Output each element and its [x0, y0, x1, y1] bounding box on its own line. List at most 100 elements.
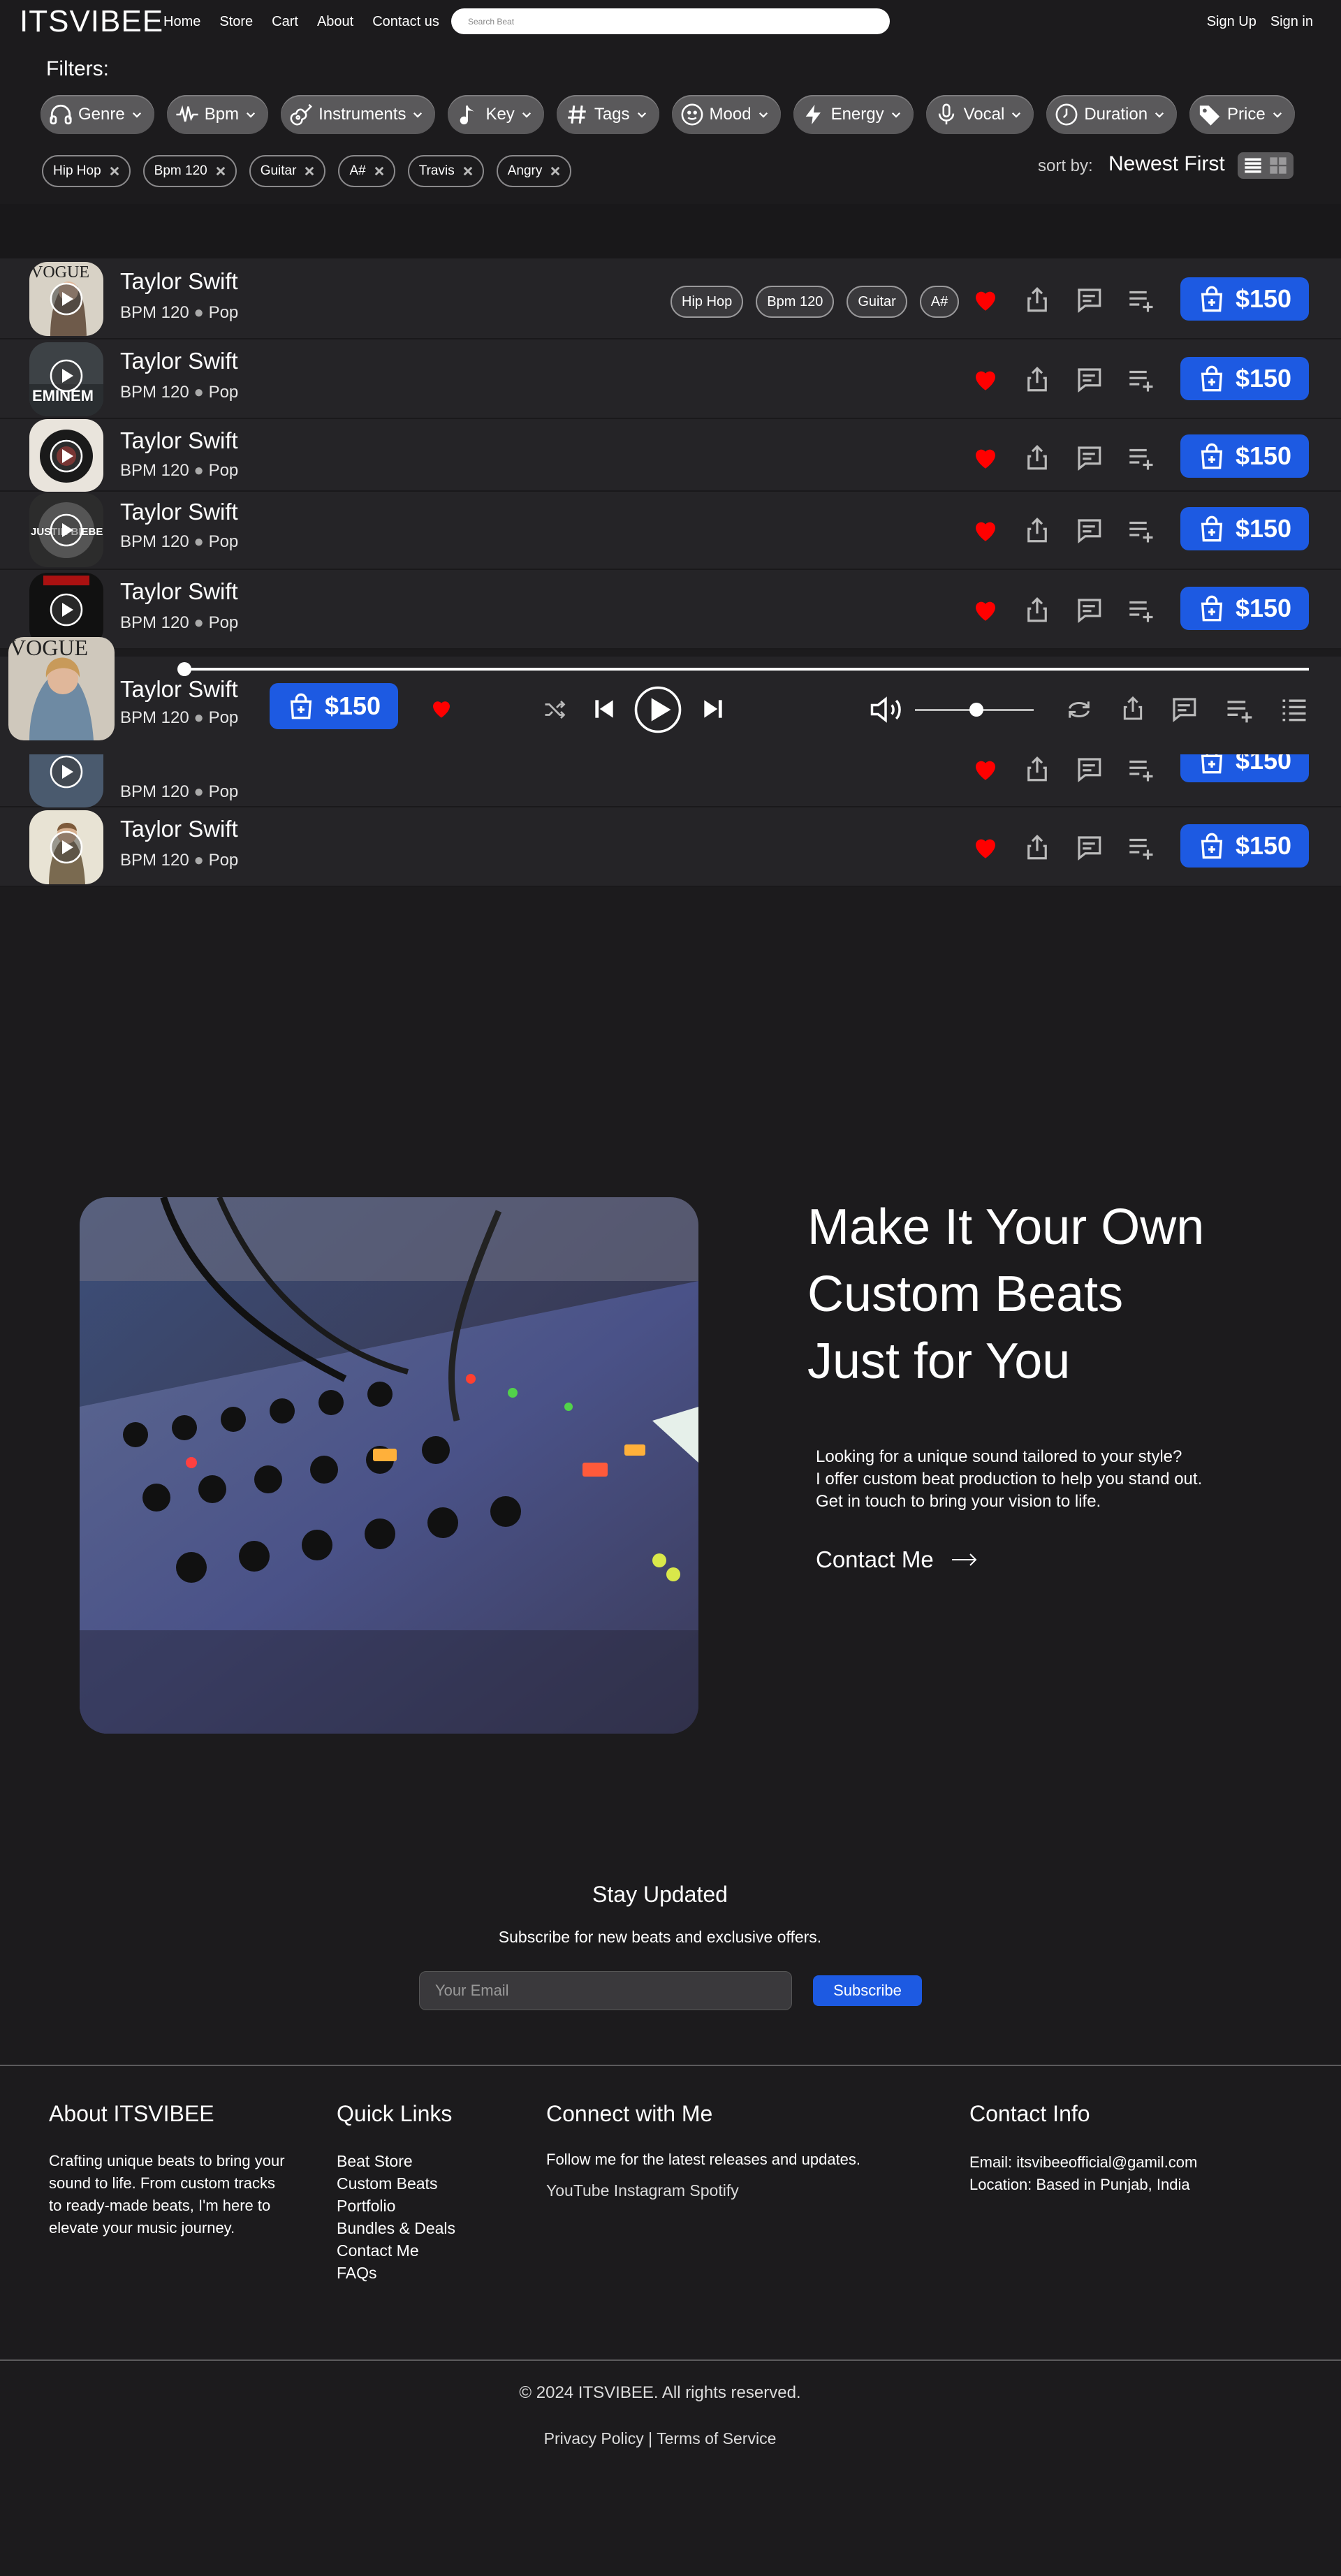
comment-icon[interactable]	[1169, 694, 1199, 724]
comment-icon[interactable]	[1074, 285, 1104, 314]
track-thumbnail[interactable]	[29, 810, 103, 884]
add-to-playlist-icon[interactable]	[1126, 754, 1155, 784]
track-row[interactable]: EMINEM Taylor Swift BPM 120 ● Pop $150	[0, 339, 1341, 419]
volume-icon[interactable]	[867, 691, 904, 728]
filter-mood[interactable]: Mood	[671, 95, 781, 134]
volume-handle[interactable]	[969, 703, 983, 717]
sign-up-link[interactable]: Sign Up	[1207, 14, 1256, 30]
close-icon[interactable]	[303, 165, 316, 177]
heart-icon[interactable]	[429, 696, 454, 721]
track-thumbnail[interactable]: VOGUE	[29, 262, 103, 336]
legal-links[interactable]: Privacy Policy | Terms of Service	[0, 2429, 1320, 2448]
add-to-playlist-icon[interactable]	[1126, 833, 1155, 862]
share-icon[interactable]	[1023, 443, 1052, 472]
track-tag[interactable]: A#	[919, 286, 960, 318]
footer-link-portfolio[interactable]: Portfolio	[337, 2195, 455, 2217]
filter-genre[interactable]: Genre	[41, 95, 154, 134]
footer-link-custom-beats[interactable]: Custom Beats	[337, 2172, 455, 2195]
progress-handle[interactable]	[177, 662, 191, 676]
track-tag[interactable]: Hip Hop	[670, 286, 744, 318]
track-tag[interactable]: Guitar	[847, 286, 907, 318]
filter-key[interactable]: Key	[448, 95, 544, 134]
close-icon[interactable]	[462, 165, 474, 177]
add-to-playlist-icon[interactable]	[1224, 694, 1254, 725]
heart-icon[interactable]	[971, 833, 1000, 862]
sign-in-link[interactable]: Sign in	[1270, 14, 1313, 30]
play-button[interactable]	[633, 685, 683, 735]
add-to-playlist-icon[interactable]	[1126, 515, 1155, 545]
track-title[interactable]: Taylor Swift	[120, 268, 238, 295]
track-title[interactable]: Taylor Swift	[120, 816, 238, 842]
filter-bpm[interactable]: Bpm	[166, 95, 269, 134]
add-to-playlist-icon[interactable]	[1126, 595, 1155, 624]
buy-button[interactable]: $150	[1180, 824, 1309, 868]
track-row[interactable]: JUSTIN BIEBER Taylor Swift BPM 120 ● Pop…	[0, 492, 1341, 570]
subscribe-button[interactable]: Subscribe	[813, 1975, 922, 2006]
track-row[interactable]: BPM 120 ● Pop $150	[0, 735, 1341, 807]
nav-link-contact[interactable]: Contact us	[372, 14, 439, 30]
share-icon[interactable]	[1023, 515, 1052, 545]
share-icon[interactable]	[1023, 285, 1052, 314]
track-row[interactable]: Taylor Swift BPM 120 ● Pop $150	[0, 419, 1341, 492]
share-icon[interactable]	[1023, 833, 1052, 862]
track-row[interactable]: Taylor Swift BPM 120 ● Pop $150	[0, 807, 1341, 887]
close-icon[interactable]	[108, 165, 121, 177]
list-view-icon[interactable]	[1243, 156, 1263, 175]
filter-tags[interactable]: Tags	[556, 95, 659, 134]
nav-link-about[interactable]: About	[317, 14, 353, 30]
player-buy-button[interactable]: $150	[270, 683, 398, 729]
filter-vocal[interactable]: Vocal	[925, 95, 1034, 134]
contact-me-button[interactable]: Contact Me	[816, 1546, 979, 1573]
track-title[interactable]: Taylor Swift	[120, 348, 238, 374]
heart-icon[interactable]	[971, 595, 1000, 624]
comment-icon[interactable]	[1074, 595, 1104, 624]
email-field[interactable]	[419, 1971, 792, 2010]
buy-button[interactable]: $150	[1180, 434, 1309, 478]
heart-icon[interactable]	[971, 443, 1000, 472]
track-thumbnail[interactable]	[29, 573, 103, 647]
filter-duration[interactable]: Duration	[1046, 95, 1178, 134]
comment-icon[interactable]	[1074, 515, 1104, 545]
track-row[interactable]: Taylor Swift BPM 120 ● Pop $150	[0, 570, 1341, 650]
share-icon[interactable]	[1023, 754, 1052, 784]
active-tag[interactable]: Hip Hop	[42, 155, 131, 187]
heart-icon[interactable]	[971, 285, 1000, 314]
site-logo[interactable]: ITSVIBEE	[20, 4, 163, 39]
active-tag[interactable]: A#	[338, 155, 395, 187]
heart-icon[interactable]	[971, 515, 1000, 545]
track-title[interactable]: Taylor Swift	[120, 427, 238, 454]
active-tag[interactable]: Bpm 120	[142, 155, 237, 187]
next-icon[interactable]	[700, 696, 726, 722]
filter-instruments[interactable]: Instruments	[281, 95, 436, 134]
progress-bar[interactable]	[183, 668, 1309, 671]
buy-button[interactable]: $150	[1180, 277, 1309, 321]
heart-icon[interactable]	[971, 365, 1000, 394]
buy-button[interactable]: $150	[1180, 587, 1309, 630]
share-icon[interactable]	[1023, 365, 1052, 394]
filter-energy[interactable]: Energy	[793, 95, 914, 134]
nav-link-home[interactable]: Home	[163, 14, 200, 30]
shuffle-icon[interactable]	[542, 697, 567, 722]
active-tag[interactable]: Angry	[496, 155, 572, 187]
search-input[interactable]	[451, 8, 890, 34]
close-icon[interactable]	[373, 165, 386, 177]
track-title[interactable]: Taylor Swift	[120, 578, 238, 605]
repeat-icon[interactable]	[1064, 696, 1094, 724]
buy-button[interactable]: $150	[1180, 507, 1309, 550]
track-thumbnail[interactable]: JUSTIN BIEBER	[29, 493, 103, 567]
track-tag[interactable]: Bpm 120	[756, 286, 835, 318]
footer-link-bundles[interactable]: Bundles & Deals	[337, 2217, 455, 2239]
footer-link-contact[interactable]: Contact Me	[337, 2239, 455, 2262]
share-icon[interactable]	[1119, 694, 1147, 722]
close-icon[interactable]	[549, 165, 562, 177]
share-icon[interactable]	[1023, 595, 1052, 624]
sort-dropdown[interactable]: Newest First	[1108, 152, 1225, 176]
footer-link-faqs[interactable]: FAQs	[337, 2262, 455, 2284]
filter-price[interactable]: Price	[1189, 95, 1295, 134]
grid-view-icon[interactable]	[1268, 156, 1288, 175]
add-to-playlist-icon[interactable]	[1126, 365, 1155, 394]
track-title[interactable]: Taylor Swift	[120, 499, 238, 525]
heart-icon[interactable]	[971, 754, 1000, 784]
add-to-playlist-icon[interactable]	[1126, 285, 1155, 314]
comment-icon[interactable]	[1074, 754, 1104, 784]
